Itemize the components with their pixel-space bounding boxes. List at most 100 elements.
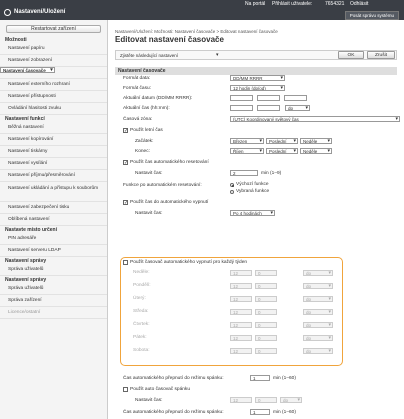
settings-logo-icon <box>4 9 11 16</box>
sidebar-item[interactable]: Nastavení příjmu/přesměrování <box>0 170 107 182</box>
weekly-timer-label: Použít časovač automatického vypnutí pro… <box>130 260 248 265</box>
portal-link[interactable]: Na portál <box>245 1 265 7</box>
weekday-minute-input[interactable]: 0 <box>255 283 277 289</box>
dst-start-week-select[interactable]: Poslední <box>266 138 298 144</box>
weekday-ampm-select[interactable]: dp <box>303 309 333 315</box>
weekday-ampm-select[interactable]: dp <box>303 348 333 354</box>
weekday-minute-input[interactable]: 0 <box>255 309 277 315</box>
breadcrumb: Nastavení/Uložení: Možnosti: Nastavení č… <box>115 29 278 34</box>
sidebar-item[interactable]: Správa zařízení <box>0 295 107 307</box>
date-format-label: Formát data: <box>123 76 151 81</box>
sidebar: Restartovat zařízení Možnosti Nastavení … <box>0 20 108 419</box>
sidebar-item[interactable]: Ovládání hlasitosti zvuku <box>0 103 107 115</box>
sidebar-item[interactable]: Nastavení přístupnosti <box>0 91 107 103</box>
restart-device-button[interactable]: Restartovat zařízení <box>6 25 101 33</box>
reset-unit: min (1–9) <box>261 171 282 176</box>
chevron-down-icon[interactable]: ▾ <box>216 52 219 58</box>
timezone-label: Časová zóna: <box>123 117 153 122</box>
logout-link[interactable]: Odhlásit <box>350 1 368 7</box>
timezone-select[interactable]: (UTC) Koordinovaný světový čas <box>230 116 400 122</box>
off-time-label: Nastavit čas: <box>135 211 163 216</box>
date-month-input[interactable] <box>257 95 280 101</box>
time-hour-input[interactable] <box>230 105 253 111</box>
sleep-set-time-label: Nastavit čas: <box>135 398 163 403</box>
weekday-hour-input[interactable]: 12 <box>230 296 252 302</box>
sidebar-item[interactable]: Nastavení externího rozhraní <box>0 79 107 91</box>
app-title: Nastavení/Uložení <box>14 9 66 15</box>
weekday-label: Pondělí: <box>133 283 151 288</box>
sidebar-item[interactable]: Nastavení zobrazení <box>0 55 107 67</box>
date-day-input[interactable] <box>230 95 253 101</box>
default-function-label: Výchozí funkce <box>236 182 269 187</box>
weekday-hour-input[interactable]: 12 <box>230 335 252 341</box>
ampm-select[interactable]: dp <box>285 105 310 111</box>
auto-off-checkbox[interactable]: ✓ <box>123 200 128 206</box>
weekday-label: Neděle: <box>133 270 150 275</box>
dst-end-month-select[interactable]: Říjen <box>230 148 264 154</box>
cancel-button[interactable]: Zrušit <box>367 51 395 59</box>
weekday-minute-input[interactable]: 0 <box>255 348 277 354</box>
auto-reset-label: Použít čas automatického resetování <box>130 160 209 165</box>
sleep-time-input[interactable]: 1 <box>250 375 270 381</box>
weekday-hour-input[interactable]: 12 <box>230 283 252 289</box>
sidebar-item[interactable]: Nastavení papíru <box>0 43 107 55</box>
ok-button[interactable]: OK <box>338 51 364 59</box>
date-format-select[interactable]: DD/MM RRRR <box>230 75 285 81</box>
weekday-ampm-select[interactable]: dp <box>303 283 333 289</box>
system-management-button[interactable]: Posát správu systému <box>344 11 399 20</box>
weekday-minute-input[interactable]: 0 <box>255 322 277 328</box>
off-time-select[interactable]: Po 4 hodinách <box>230 210 275 216</box>
weekday-ampm-select[interactable]: dp <box>303 335 333 341</box>
weekly-timer-checkbox[interactable] <box>123 260 128 265</box>
default-function-radio[interactable] <box>230 183 234 187</box>
dst-checkbox[interactable]: ✓ <box>123 128 128 134</box>
dst-start-day-select[interactable]: Neděle <box>300 138 332 144</box>
dst-end-week-select[interactable]: Poslední <box>266 148 298 154</box>
weekday-ampm-select[interactable]: dp <box>303 322 333 328</box>
weekday-ampm-select[interactable]: dp <box>303 296 333 302</box>
sidebar-item[interactable]: Oblíbená nastavení <box>0 214 107 226</box>
weekday-hour-input[interactable]: 12 <box>230 348 252 354</box>
weekday-minute-input[interactable]: 0 <box>255 270 277 276</box>
dst-start-month-select[interactable]: Březen <box>230 138 264 144</box>
sidebar-item[interactable]: Licence/ostatní <box>0 307 107 319</box>
time-format-select[interactable]: 12 hodin (dp/od) <box>230 85 285 91</box>
auto-reset-checkbox[interactable]: ✓ <box>123 160 128 166</box>
sleep2-time-input[interactable]: 1 <box>250 409 270 415</box>
sleep-ampm-select[interactable]: dp <box>280 397 302 403</box>
weekday-label: Čtvrtek: <box>133 322 150 327</box>
weekday-label: Pátek: <box>133 335 147 340</box>
sidebar-item[interactable]: Nastavení vysílání <box>0 158 107 170</box>
sidebar-section: Nastavení správy <box>5 258 47 264</box>
sidebar-item[interactable]: PIN adresáře <box>0 233 107 245</box>
weekday-minute-input[interactable]: 0 <box>255 296 277 302</box>
login-label: Přihlásit uživatele: <box>272 1 313 7</box>
sidebar-item[interactable]: Nastavení tiskárny <box>0 146 107 158</box>
dst-end-day-select[interactable]: Neděle <box>300 148 332 154</box>
auto-sleep-checkbox[interactable] <box>123 387 128 392</box>
sidebar-item[interactable]: Nastavení kopírování <box>0 134 107 146</box>
top-bar: Nastavení/Uložení Na portál Přihlásit už… <box>0 0 404 20</box>
sidebar-item[interactable]: Nastavení zabezpečení tisku <box>0 202 107 214</box>
current-date-label: Aktuální datum (DD/MM RRRR): <box>123 96 193 101</box>
weekday-minute-input[interactable]: 0 <box>255 335 277 341</box>
date-year-input[interactable] <box>284 95 307 101</box>
page-title: Editovat nastavení časovače <box>115 35 224 44</box>
sleep-time-label: Čas automatického přepnutí do režimu spá… <box>123 376 224 381</box>
next-settings-link[interactable]: Zjistěte následující nastavení <box>120 53 178 58</box>
sleep-hour-input[interactable]: 12 <box>230 397 252 403</box>
selected-function-radio[interactable] <box>230 190 234 194</box>
sidebar-item-timer-settings[interactable]: Nastavení časovače <box>0 67 55 73</box>
sidebar-item[interactable]: Nastavení ukládání a přístupu k souborům <box>0 182 107 202</box>
weekday-hour-input[interactable]: 12 <box>230 309 252 315</box>
sidebar-item[interactable]: Správa uživatelů <box>0 264 107 276</box>
sleep-minute-input[interactable]: 0 <box>255 397 277 403</box>
weekday-hour-input[interactable]: 12 <box>230 322 252 328</box>
sidebar-item[interactable]: Nastavení serveru LDAP <box>0 245 107 257</box>
reset-time-input[interactable]: 2 <box>230 170 258 176</box>
sidebar-item[interactable]: Běžná nastavení <box>0 122 107 134</box>
weekday-hour-input[interactable]: 12 <box>230 270 252 276</box>
sidebar-item[interactable]: Správa uživatelů <box>0 283 107 295</box>
weekday-ampm-select[interactable]: dp <box>303 270 333 276</box>
time-minute-input[interactable] <box>257 105 280 111</box>
